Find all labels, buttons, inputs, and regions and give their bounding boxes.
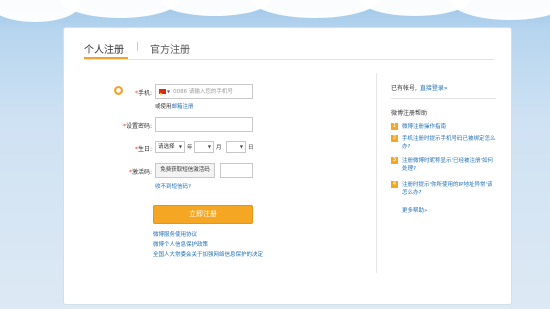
chevron-down-icon: ▼ — [207, 144, 211, 149]
sidebar-divider — [376, 73, 377, 273]
tab-personal-register[interactable]: 个人注册 — [84, 41, 124, 56]
month-unit: 月 — [216, 145, 222, 151]
get-sms-code-button[interactable]: 免费获取短信激活码 — [155, 163, 215, 178]
email-register-hint: 或使用邮箱注册 — [155, 104, 194, 110]
tab-separator: | — [136, 42, 140, 52]
faq-number-badge: 3 — [391, 157, 398, 164]
faq-number-badge: 1 — [391, 123, 398, 130]
more-help-link[interactable]: 更多帮助» — [402, 206, 427, 214]
year-select[interactable]: 请选择 ▼ — [155, 141, 185, 153]
year-unit: 年 — [187, 145, 193, 151]
phone-label: *手机: — [134, 90, 152, 97]
privacy-policy-link[interactable]: 微博个人信息保护政策 — [153, 240, 208, 248]
china-flag-icon[interactable] — [159, 87, 166, 98]
password-label: *设置密码: — [122, 123, 152, 130]
email-register-link[interactable]: 邮箱注册 — [172, 104, 194, 110]
faq-number-badge: 2 — [391, 135, 398, 142]
direct-login-link[interactable]: 直接登录» — [420, 85, 448, 92]
sidebar-separator — [391, 98, 496, 99]
faq-link[interactable]: 微博注册操作指南 — [402, 123, 497, 131]
service-agreement-link[interactable]: 微博服务使用协议 — [153, 230, 197, 238]
chevron-down-icon: ▼ — [167, 89, 171, 94]
faq-link[interactable]: 手机注册时提示手机号码已被绑定怎么办? — [402, 135, 497, 151]
faq-number-badge: 4 — [391, 181, 398, 188]
help-title: 微博注册帮助 — [391, 110, 428, 117]
tab-official-register[interactable]: 官方注册 — [150, 41, 190, 56]
no-sms-code-link[interactable]: 收不到短信码? — [155, 182, 191, 190]
activation-code-label: *激活码: — [128, 169, 152, 176]
header-divider — [84, 59, 494, 60]
phone-input[interactable]: ▼0086 请输入您的手机号 — [155, 84, 253, 99]
month-select[interactable]: ▼ — [194, 141, 214, 153]
login-prompt: 已有帐号, 直接登录» — [391, 85, 448, 92]
circle-icon: ● — [114, 86, 123, 95]
cloud-decoration — [450, 0, 550, 20]
chevron-down-icon: ▼ — [178, 144, 182, 149]
activation-code-input[interactable] — [220, 163, 253, 178]
faq-link[interactable]: 注册时提示'你所使用的IP地址异常'该怎么办? — [402, 181, 497, 197]
register-now-button[interactable]: 立即注册 — [153, 205, 253, 224]
registration-card: 个人注册 | 官方注册 ● *手机: ▼0086 请输入您的手机号 或使用邮箱注… — [63, 27, 512, 305]
day-select[interactable]: ▼ — [226, 141, 246, 153]
password-input[interactable] — [155, 117, 253, 132]
birthday-label: *生日: — [134, 146, 152, 153]
network-info-protection-link[interactable]: 全国人大常委会关于加强网络信息保护的决定 — [153, 250, 263, 258]
faq-link[interactable]: 注册微博时昵称显示'已经被注册'如何处理? — [402, 157, 497, 173]
day-unit: 日 — [248, 145, 254, 151]
chevron-down-icon: ▼ — [239, 144, 243, 149]
